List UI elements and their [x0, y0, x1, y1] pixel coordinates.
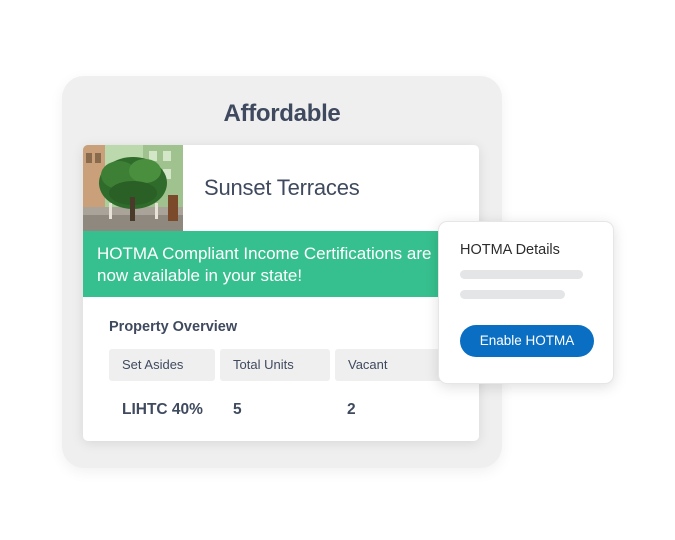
stage: Affordable Sunset Terraces Property Over…: [0, 0, 675, 540]
cell-total-units: 5: [233, 401, 242, 418]
hotma-banner-text: HOTMA Compliant Income Certifications ar…: [97, 244, 432, 285]
property-photo: [83, 145, 183, 231]
column-header-vacant: Vacant: [335, 349, 445, 381]
building-photo-icon: [83, 145, 183, 231]
affordable-title: Affordable: [223, 100, 341, 127]
skeleton-line: [460, 290, 565, 299]
hotma-banner: HOTMA Compliant Income Certifications ar…: [83, 231, 449, 297]
enable-hotma-button[interactable]: Enable HOTMA: [460, 325, 594, 357]
column-header-set-asides: Set Asides: [109, 349, 215, 381]
cell-set-asides: LIHTC 40%: [122, 401, 203, 418]
property-overview-title: Property Overview: [109, 319, 238, 335]
hotma-details-popover: HOTMA Details Enable HOTMA: [438, 221, 614, 384]
column-header-total-units: Total Units: [220, 349, 330, 381]
hotma-details-title: HOTMA Details: [460, 242, 560, 258]
cell-vacant: 2: [347, 401, 356, 418]
property-name: Sunset Terraces: [204, 175, 360, 200]
skeleton-line: [460, 270, 583, 279]
